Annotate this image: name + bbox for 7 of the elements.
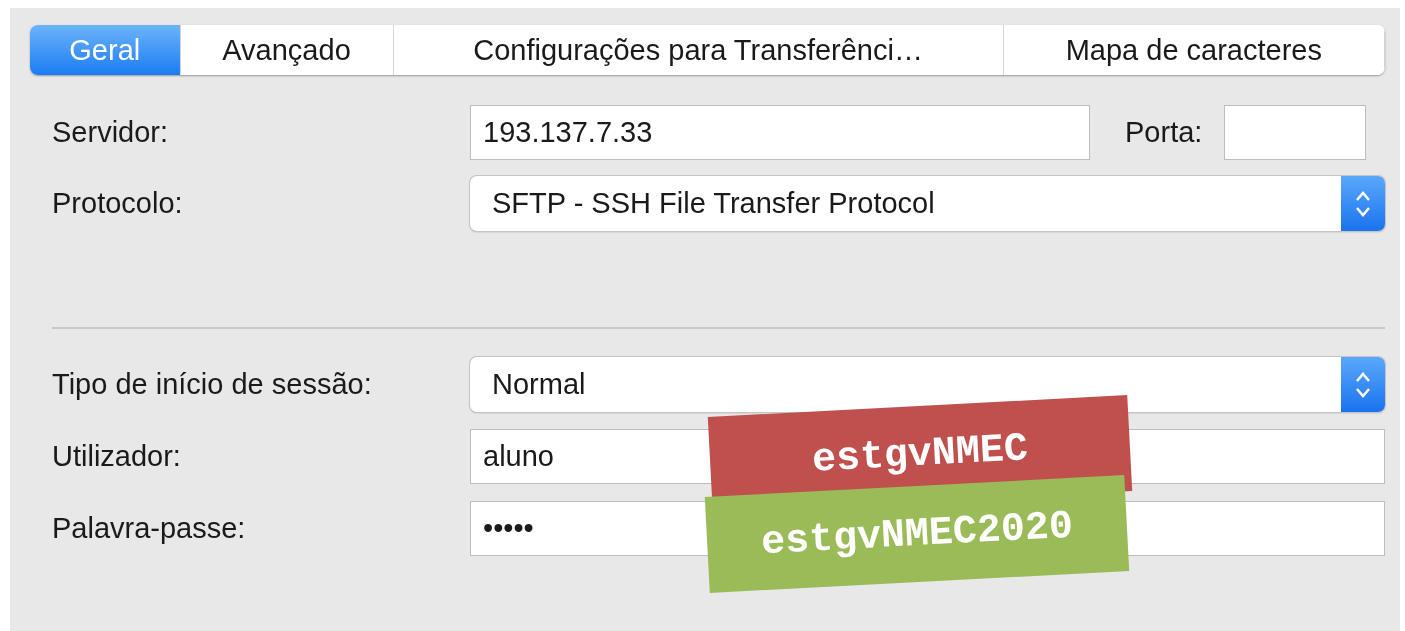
credential-tooltip: estgvNMEC2020 xyxy=(704,475,1130,593)
field-label: Palavra-passe: xyxy=(52,512,247,545)
field-label: Tipo de início de sessão: xyxy=(52,368,373,401)
field-label: Servidor: xyxy=(52,116,170,149)
field-label: Protocolo: xyxy=(52,187,184,220)
field-label: Utilizador: xyxy=(52,440,182,473)
field-label: Porta: xyxy=(1125,116,1203,149)
